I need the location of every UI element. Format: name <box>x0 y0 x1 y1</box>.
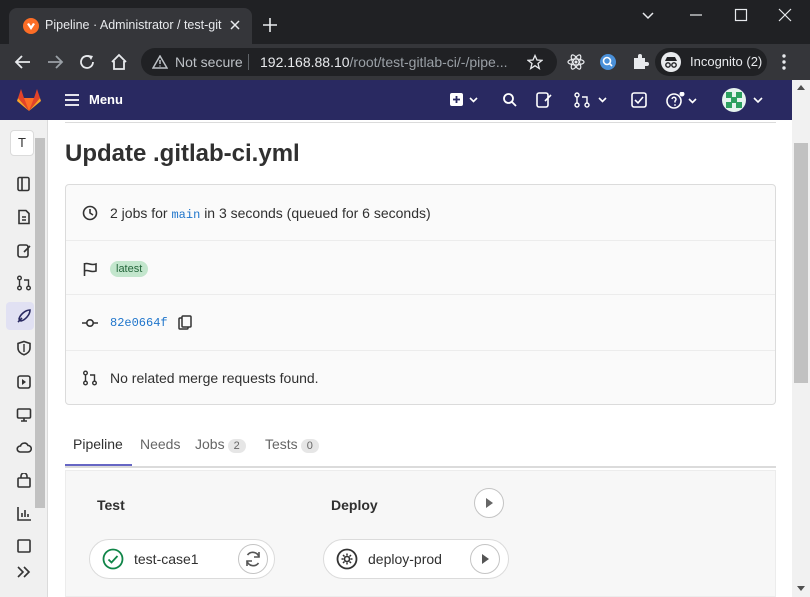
gitlab-logo-icon[interactable] <box>16 87 42 113</box>
job-name: deploy-prod <box>368 551 442 567</box>
close-icon[interactable] <box>229 19 241 31</box>
incognito-icon <box>661 52 681 72</box>
browser-toolbar: Not secure 192.168.88.10/root/test-gitla… <box>0 44 810 80</box>
warning-icon[interactable] <box>152 55 168 69</box>
incognito-indicator[interactable]: Incognito (2) <box>655 48 767 76</box>
wiki-icon[interactable] <box>16 538 34 556</box>
tab-needs[interactable]: Needs <box>140 436 180 452</box>
active-tab-indicator <box>65 464 132 466</box>
new-tab-icon[interactable] <box>262 17 278 33</box>
scroll-down-icon[interactable] <box>797 586 805 592</box>
chevron-down-icon[interactable] <box>752 92 764 108</box>
divider <box>248 54 249 70</box>
shield-icon[interactable] <box>16 340 34 358</box>
clock-icon <box>82 205 98 221</box>
forward-arrow-icon[interactable] <box>46 53 64 71</box>
merge-requests-icon <box>82 370 98 386</box>
gitlab-navbar: Menu <box>0 80 792 120</box>
status-success-icon <box>102 548 124 570</box>
tab-search-icon[interactable] <box>641 8 655 22</box>
merge-requests-row: No related merge requests found. <box>66 351 775 405</box>
gear-icon <box>336 548 358 570</box>
analytics-icon[interactable] <box>16 506 34 524</box>
retry-button[interactable] <box>238 544 268 574</box>
browser-tab-strip: Pipeline · Administrator / test-git <box>0 0 810 44</box>
search-extension-icon[interactable] <box>599 53 617 71</box>
badges-row: latest <box>66 241 775 295</box>
rocket-icon[interactable] <box>16 308 34 326</box>
reload-icon[interactable] <box>78 53 96 71</box>
pipeline-tabs: Pipeline Needs Jobs 2 Tests 0 <box>65 426 776 468</box>
tests-count-badge: 0 <box>300 439 319 453</box>
window-close-icon[interactable] <box>778 8 792 22</box>
job-name: test-case1 <box>134 551 199 567</box>
page-scrollbar[interactable] <box>792 80 810 597</box>
job-card[interactable]: test-case1 <box>89 539 275 579</box>
main-content: Update .gitlab-ci.yml 2 jobs for main in… <box>48 120 792 597</box>
divider <box>65 122 776 123</box>
job-card[interactable]: deploy-prod <box>323 539 509 579</box>
issues-icon[interactable] <box>536 92 552 108</box>
sidebar-scrollbar[interactable] <box>35 138 45 508</box>
react-devtools-icon[interactable] <box>567 53 585 71</box>
document-icon[interactable] <box>16 209 34 227</box>
pipeline-info-panel: 2 jobs for main in 3 seconds (queued for… <box>65 184 776 405</box>
create-new-icon[interactable] <box>449 92 479 108</box>
tab-jobs[interactable]: Jobs 2 <box>195 436 246 453</box>
scroll-up-icon[interactable] <box>797 84 805 90</box>
minimize-icon[interactable] <box>689 8 703 22</box>
play-job-button[interactable] <box>470 544 500 574</box>
page-title: Update .gitlab-ci.yml <box>65 140 300 167</box>
tab-pipeline[interactable]: Pipeline <box>73 436 123 452</box>
branch-link[interactable]: main <box>171 208 200 222</box>
gitlab-favicon-icon <box>23 18 39 34</box>
play-stage-button[interactable] <box>474 488 504 518</box>
url-text: 192.168.88.10/root/test-gitlab-ci/-/pipe… <box>260 54 508 70</box>
copy-icon[interactable] <box>178 315 192 331</box>
stage-title: Test <box>97 497 125 513</box>
tab-title: Pipeline · Administrator / test-git <box>45 18 222 32</box>
tab-tests[interactable]: Tests 0 <box>265 436 319 453</box>
merge-requests-icon[interactable] <box>16 275 34 293</box>
commit-row: 82e0664f <box>66 295 775 351</box>
hamburger-icon[interactable] <box>65 93 79 107</box>
flag-icon <box>82 261 98 277</box>
commit-icon <box>82 315 98 331</box>
deployments-icon[interactable] <box>16 374 34 392</box>
search-icon[interactable] <box>502 92 518 108</box>
merge-requests-text: No related merge requests found. <box>110 370 319 386</box>
back-arrow-icon[interactable] <box>14 53 32 71</box>
merge-requests-icon[interactable] <box>574 92 608 108</box>
collapse-sidebar-icon[interactable] <box>16 564 32 580</box>
extensions-puzzle-icon[interactable] <box>631 53 649 71</box>
repository-icon[interactable] <box>16 176 34 194</box>
todos-icon[interactable] <box>631 92 647 108</box>
jobs-count-badge: 2 <box>227 439 246 453</box>
project-avatar[interactable]: T <box>10 130 34 156</box>
commit-sha-link[interactable]: 82e0664f <box>110 316 168 330</box>
menu-button[interactable]: Menu <box>89 92 123 107</box>
monitor-icon[interactable] <box>16 407 34 425</box>
help-icon[interactable] <box>666 92 700 110</box>
stage-title: Deploy <box>331 497 378 513</box>
browser-tab[interactable]: Pipeline · Administrator / test-git <box>9 8 252 44</box>
security-label: Not secure <box>175 54 243 70</box>
status-badge: latest <box>110 261 149 277</box>
package-icon[interactable] <box>16 473 34 491</box>
scrollbar-thumb[interactable] <box>794 143 808 383</box>
home-icon[interactable] <box>110 53 128 71</box>
jobs-summary: 2 jobs for main in 3 seconds (queued for… <box>110 205 431 222</box>
duration-row: 2 jobs for main in 3 seconds (queued for… <box>66 185 775 241</box>
pipeline-graph: Test Deploy test-case1 deploy-prod <box>65 470 776 597</box>
bookmark-star-icon[interactable] <box>527 54 543 70</box>
issues-icon[interactable] <box>16 243 34 261</box>
incognito-label: Incognito (2) <box>690 54 763 69</box>
maximize-icon[interactable] <box>734 8 748 22</box>
avatar[interactable] <box>722 88 746 112</box>
cloud-gear-icon[interactable] <box>16 440 34 458</box>
more-vert-icon[interactable] <box>781 53 787 71</box>
address-bar[interactable]: Not secure 192.168.88.10/root/test-gitla… <box>141 48 557 76</box>
